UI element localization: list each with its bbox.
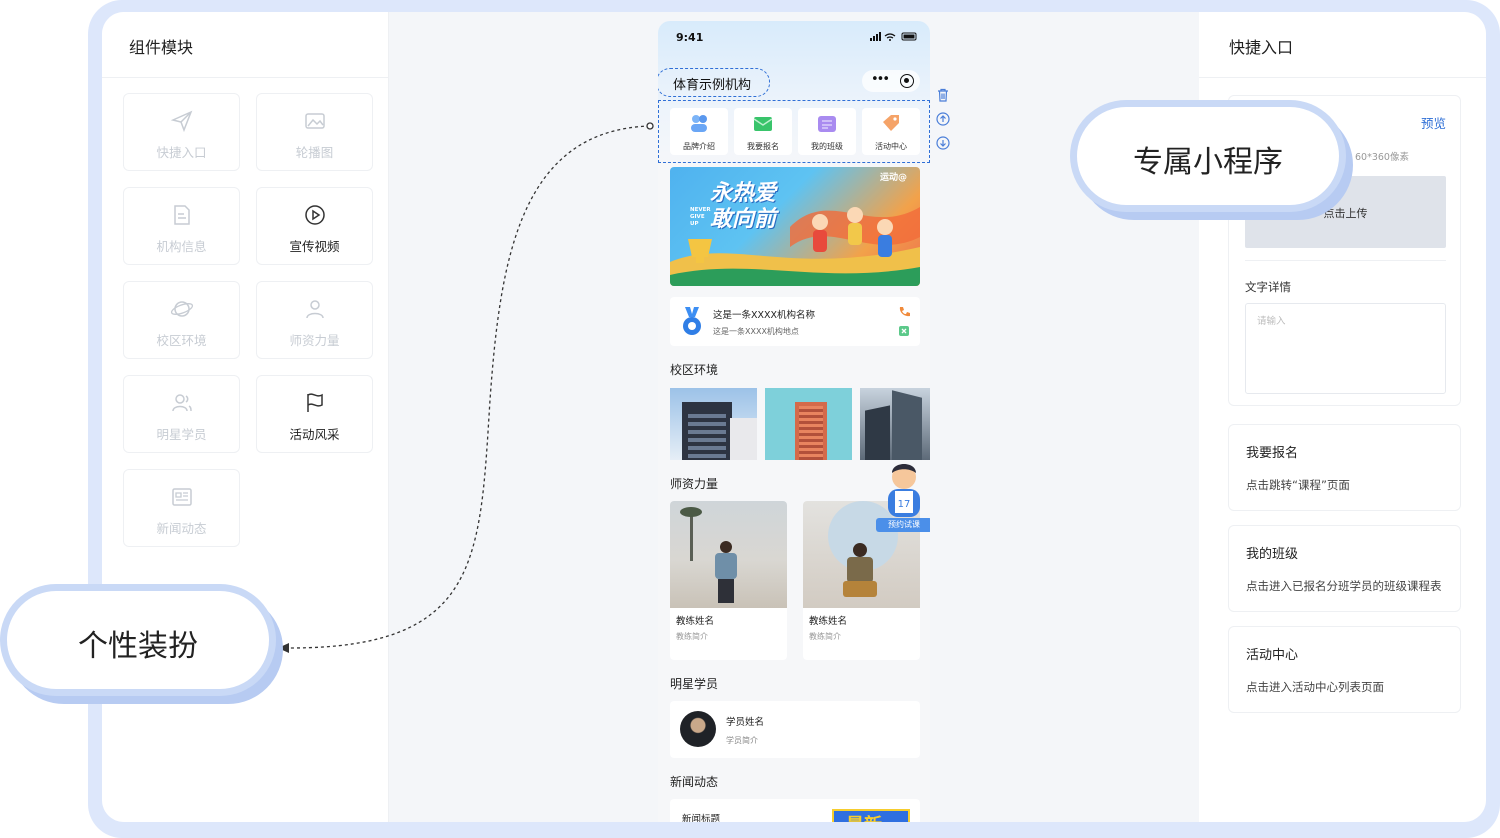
callout-personalize: 个性装扮 xyxy=(7,591,269,689)
callout-label: 专属小程序 xyxy=(1133,145,1283,180)
callout-label: 个性装扮 xyxy=(78,629,198,664)
callout-mini-program: 专属小程序 xyxy=(1077,107,1339,205)
